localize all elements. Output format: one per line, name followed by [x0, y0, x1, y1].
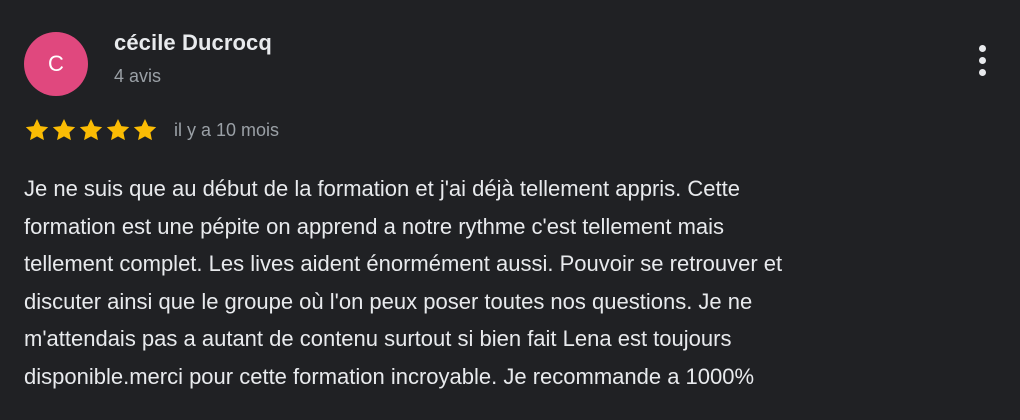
review-text: Je ne suis que au début de la formation … [24, 176, 783, 389]
more-options-button[interactable] [966, 40, 998, 80]
star-rating [24, 117, 158, 143]
star-icon [133, 118, 157, 141]
rating-row: il y a 10 mois [24, 116, 279, 144]
star-icon [25, 118, 49, 141]
more-vert-icon [978, 44, 986, 76]
star-icon [52, 118, 76, 141]
avatar[interactable]: C [24, 32, 88, 96]
star-icon [106, 118, 130, 141]
review-card: C cécile Ducrocq 4 avis il y a 10 mois J… [0, 0, 1020, 420]
review-date: il y a 10 mois [174, 119, 280, 140]
reviewer-review-count[interactable]: 4 avis [114, 66, 161, 87]
reviewer-name[interactable]: cécile Ducrocq [114, 30, 272, 56]
avatar-initial: C [48, 51, 64, 76]
star-icon [79, 118, 103, 141]
